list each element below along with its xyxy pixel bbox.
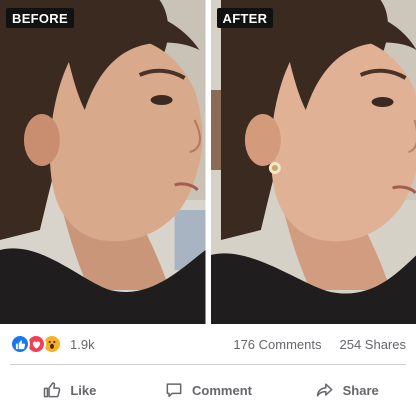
before-portrait-image <box>0 0 206 324</box>
like-reaction-icon <box>10 334 30 354</box>
post-action-bar: Like Comment Share <box>0 368 416 412</box>
before-after-photo-grid: BEFORE AFTER <box>0 0 416 324</box>
after-photo[interactable]: AFTER <box>210 0 416 324</box>
after-portrait-image <box>210 0 416 324</box>
after-label: AFTER <box>216 8 274 28</box>
comment-label: Comment <box>192 382 252 398</box>
comment-button[interactable]: Comment <box>139 368 278 412</box>
reaction-summary[interactable]: 1.9k <box>10 334 95 354</box>
thumbs-up-icon <box>44 382 61 398</box>
divider <box>10 364 406 365</box>
post-stats-bar: 1.9k 176 Comments 254 Shares <box>0 328 416 360</box>
like-label: Like <box>70 382 97 398</box>
comments-count-link[interactable]: 176 Comments <box>233 337 321 352</box>
reaction-count: 1.9k <box>70 336 95 352</box>
comment-icon <box>166 383 182 397</box>
like-button[interactable]: Like <box>0 368 139 412</box>
shares-count-link[interactable]: 254 Shares <box>340 337 407 352</box>
before-photo[interactable]: BEFORE <box>0 0 206 324</box>
before-label: BEFORE <box>6 8 74 28</box>
share-button[interactable]: Share <box>277 368 416 412</box>
share-label: Share <box>342 382 379 398</box>
share-arrow-icon <box>316 383 333 397</box>
